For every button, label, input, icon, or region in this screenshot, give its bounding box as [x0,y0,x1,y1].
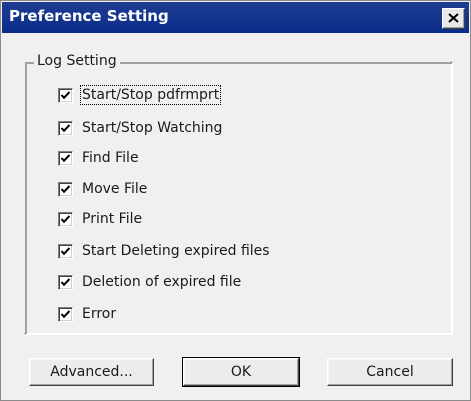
checkbox-print-file[interactable]: Print File [58,208,142,230]
window-title: Preference Setting [9,7,169,25]
checkbox-box[interactable] [58,211,73,227]
checkmark-icon [60,246,71,255]
checkbox-start-stop-watching[interactable]: Start/Stop Watching [58,117,222,139]
checkmark-icon [60,123,71,132]
checkmark-icon [60,214,71,223]
checkmark-icon [60,277,71,286]
checkbox-label: Start Deleting expired files [82,243,270,259]
checkbox-box[interactable] [58,243,73,259]
checkbox-box[interactable] [58,150,73,166]
cancel-button[interactable]: Cancel [327,358,453,386]
title-bar[interactable]: Preference Setting [2,2,469,33]
checkbox-move-file[interactable]: Move File [58,178,147,200]
checkbox-label: Print File [82,211,143,227]
checkbox-box[interactable] [58,120,73,136]
checkbox-error[interactable]: Error [58,303,116,325]
close-icon [448,13,459,23]
checkbox-box[interactable] [58,306,73,322]
ok-button[interactable]: OK [182,357,300,387]
checkbox-label: Start/Stop pdfrmprt [79,85,222,105]
checkmark-icon [60,153,71,162]
log-setting-legend: Log Setting [34,53,120,69]
checkmark-icon [60,309,71,318]
advanced-button[interactable]: Advanced... [29,358,154,386]
checkbox-label: Deletion of expired file [82,274,242,290]
close-button[interactable] [442,8,465,29]
checkbox-label: Start/Stop Watching [82,120,223,136]
checkbox-label: Find File [82,150,139,166]
checkbox-box[interactable] [58,181,73,197]
checkbox-deletion-of-expired-file[interactable]: Deletion of expired file [58,271,241,293]
checkbox-start-stop-pdfrmprt[interactable]: Start/Stop pdfrmprt [58,84,222,106]
checkbox-label: Error [82,306,117,322]
checkbox-start-deleting-expired-files[interactable]: Start Deleting expired files [58,240,270,262]
checkbox-find-file[interactable]: Find File [58,147,139,169]
checkbox-box[interactable] [58,87,73,103]
checkmark-icon [60,184,71,193]
checkmark-icon [60,90,71,99]
checkbox-box[interactable] [58,274,73,290]
checkbox-label: Move File [82,181,148,197]
